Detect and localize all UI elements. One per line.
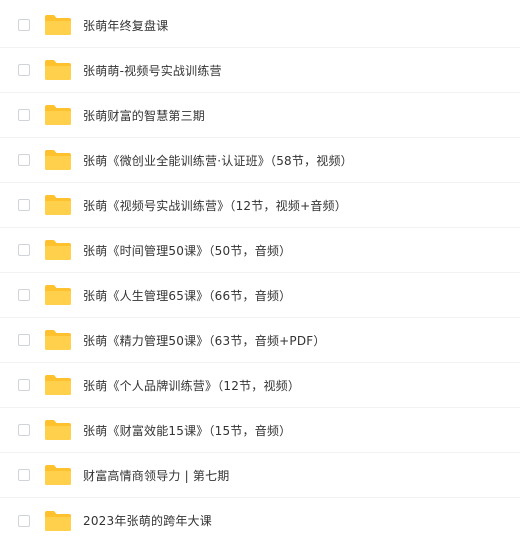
file-row[interactable]: 张萌《视频号实战训练营》（12节，视频+音频） <box>0 183 520 228</box>
file-row[interactable]: 张萌财富的智慧第三期 <box>0 93 520 138</box>
row-checkbox[interactable] <box>18 64 30 76</box>
folder-icon <box>44 239 72 261</box>
row-checkbox[interactable] <box>18 424 30 436</box>
folder-icon <box>44 464 72 486</box>
row-checkbox[interactable] <box>18 244 30 256</box>
file-row[interactable]: 张萌《个人品牌训练营》（12节，视频） <box>0 363 520 408</box>
file-name[interactable]: 张萌《视频号实战训练营》（12节，视频+音频） <box>83 197 347 214</box>
row-checkbox[interactable] <box>18 199 30 211</box>
file-name[interactable]: 2023年张萌的跨年大课 <box>83 512 212 529</box>
row-checkbox[interactable] <box>18 514 30 527</box>
file-name[interactable]: 张萌萌-视频号实战训练营 <box>83 62 222 79</box>
row-checkbox[interactable] <box>18 289 30 301</box>
file-row[interactable]: 张萌《人生管理65课》（66节，音频） <box>0 273 520 318</box>
file-row[interactable]: 张萌《财富效能15课》（15节，音频） <box>0 408 520 453</box>
file-row[interactable]: 张萌《微创业全能训练营·认证班》（58节，视频） <box>0 138 520 183</box>
file-name[interactable]: 张萌《微创业全能训练营·认证班》（58节，视频） <box>83 152 353 169</box>
file-name[interactable]: 张萌年终复盘课 <box>83 17 168 34</box>
file-name[interactable]: 张萌《精力管理50课》（63节，音频+PDF） <box>83 332 326 349</box>
row-checkbox[interactable] <box>18 109 30 121</box>
file-name[interactable]: 张萌财富的智慧第三期 <box>83 107 205 124</box>
file-row[interactable]: 张萌《精力管理50课》（63节，音频+PDF） <box>0 318 520 363</box>
file-list: 张萌年终复盘课张萌萌-视频号实战训练营 张萌财富的智慧第三期张萌《微创业全能训练营… <box>0 0 520 548</box>
file-row[interactable]: 张萌《时间管理50课》（50节，音频） <box>0 228 520 273</box>
file-name[interactable]: 张萌《个人品牌训练营》（12节，视频） <box>83 377 300 394</box>
folder-icon <box>44 284 72 306</box>
file-row[interactable]: 张萌年终复盘课 <box>0 3 520 48</box>
file-name[interactable]: 财富高情商领导力 | 第七期 <box>83 467 229 484</box>
folder-icon <box>44 510 72 532</box>
file-row[interactable]: 2023年张萌的跨年大课 <box>0 498 520 543</box>
folder-icon <box>44 419 72 441</box>
folder-icon <box>44 374 72 396</box>
row-checkbox[interactable] <box>18 19 30 31</box>
row-checkbox[interactable] <box>18 379 30 391</box>
file-row[interactable]: 张萌萌-视频号实战训练营 <box>0 48 520 93</box>
row-checkbox[interactable] <box>18 154 30 166</box>
folder-icon <box>44 194 72 216</box>
file-name[interactable]: 张萌《时间管理50课》（50节，音频） <box>83 242 291 259</box>
file-name[interactable]: 张萌《财富效能15课》（15节，音频） <box>83 422 291 439</box>
file-row[interactable]: 财富高情商领导力 | 第七期 <box>0 453 520 498</box>
row-checkbox[interactable] <box>18 469 30 481</box>
folder-icon <box>44 14 72 36</box>
folder-icon <box>44 149 72 171</box>
row-checkbox[interactable] <box>18 334 30 346</box>
folder-icon <box>44 59 72 81</box>
folder-icon <box>44 104 72 126</box>
folder-icon <box>44 329 72 351</box>
file-name[interactable]: 张萌《人生管理65课》（66节，音频） <box>83 287 291 304</box>
